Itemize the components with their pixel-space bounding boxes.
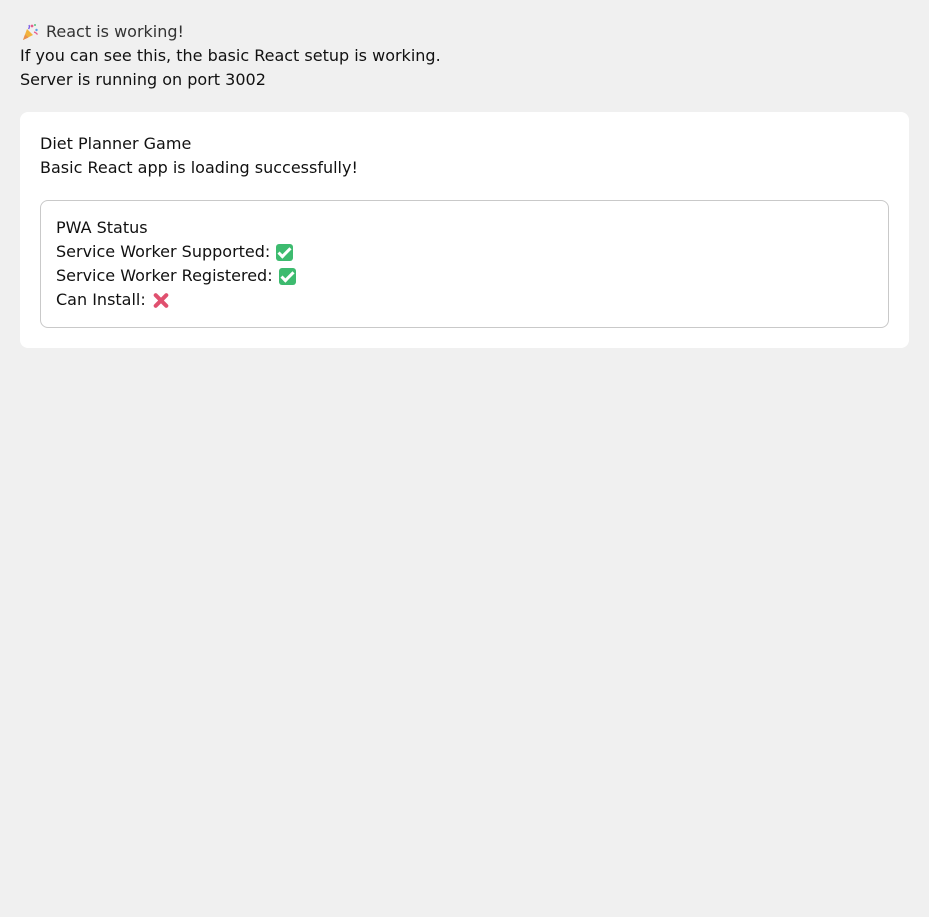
banner-title: React is working!: [46, 22, 184, 41]
check-mark-icon: [278, 267, 296, 285]
cross-mark-icon: [152, 292, 169, 309]
app-subtitle: Basic React app is loading successfully!: [40, 158, 358, 177]
pwa-row-label: Can Install:: [56, 290, 146, 309]
banner-line-2: Server is running on port 3002: [20, 70, 266, 89]
pwa-row-label: Service Worker Supported:: [56, 242, 271, 261]
banner-title-row: React is working!: [20, 20, 909, 44]
pwa-status-box: PWA Status Service Worker Supported: Ser…: [40, 200, 889, 328]
pwa-row-can-install: Can Install:: [56, 288, 873, 312]
app-card: Diet Planner Game Basic React app is loa…: [20, 112, 909, 348]
page: React is working! If you can see this, t…: [0, 0, 929, 917]
pwa-row-sw-registered: Service Worker Registered:: [56, 264, 873, 288]
party-popper-icon: [20, 22, 40, 42]
banner-line-1: If you can see this, the basic React set…: [20, 46, 441, 65]
app-title: Diet Planner Game: [40, 134, 192, 153]
pwa-row-sw-supported: Service Worker Supported:: [56, 240, 873, 264]
pwa-status-title: PWA Status: [56, 218, 148, 237]
check-mark-icon: [276, 243, 294, 261]
pwa-row-label: Service Worker Registered:: [56, 266, 273, 285]
